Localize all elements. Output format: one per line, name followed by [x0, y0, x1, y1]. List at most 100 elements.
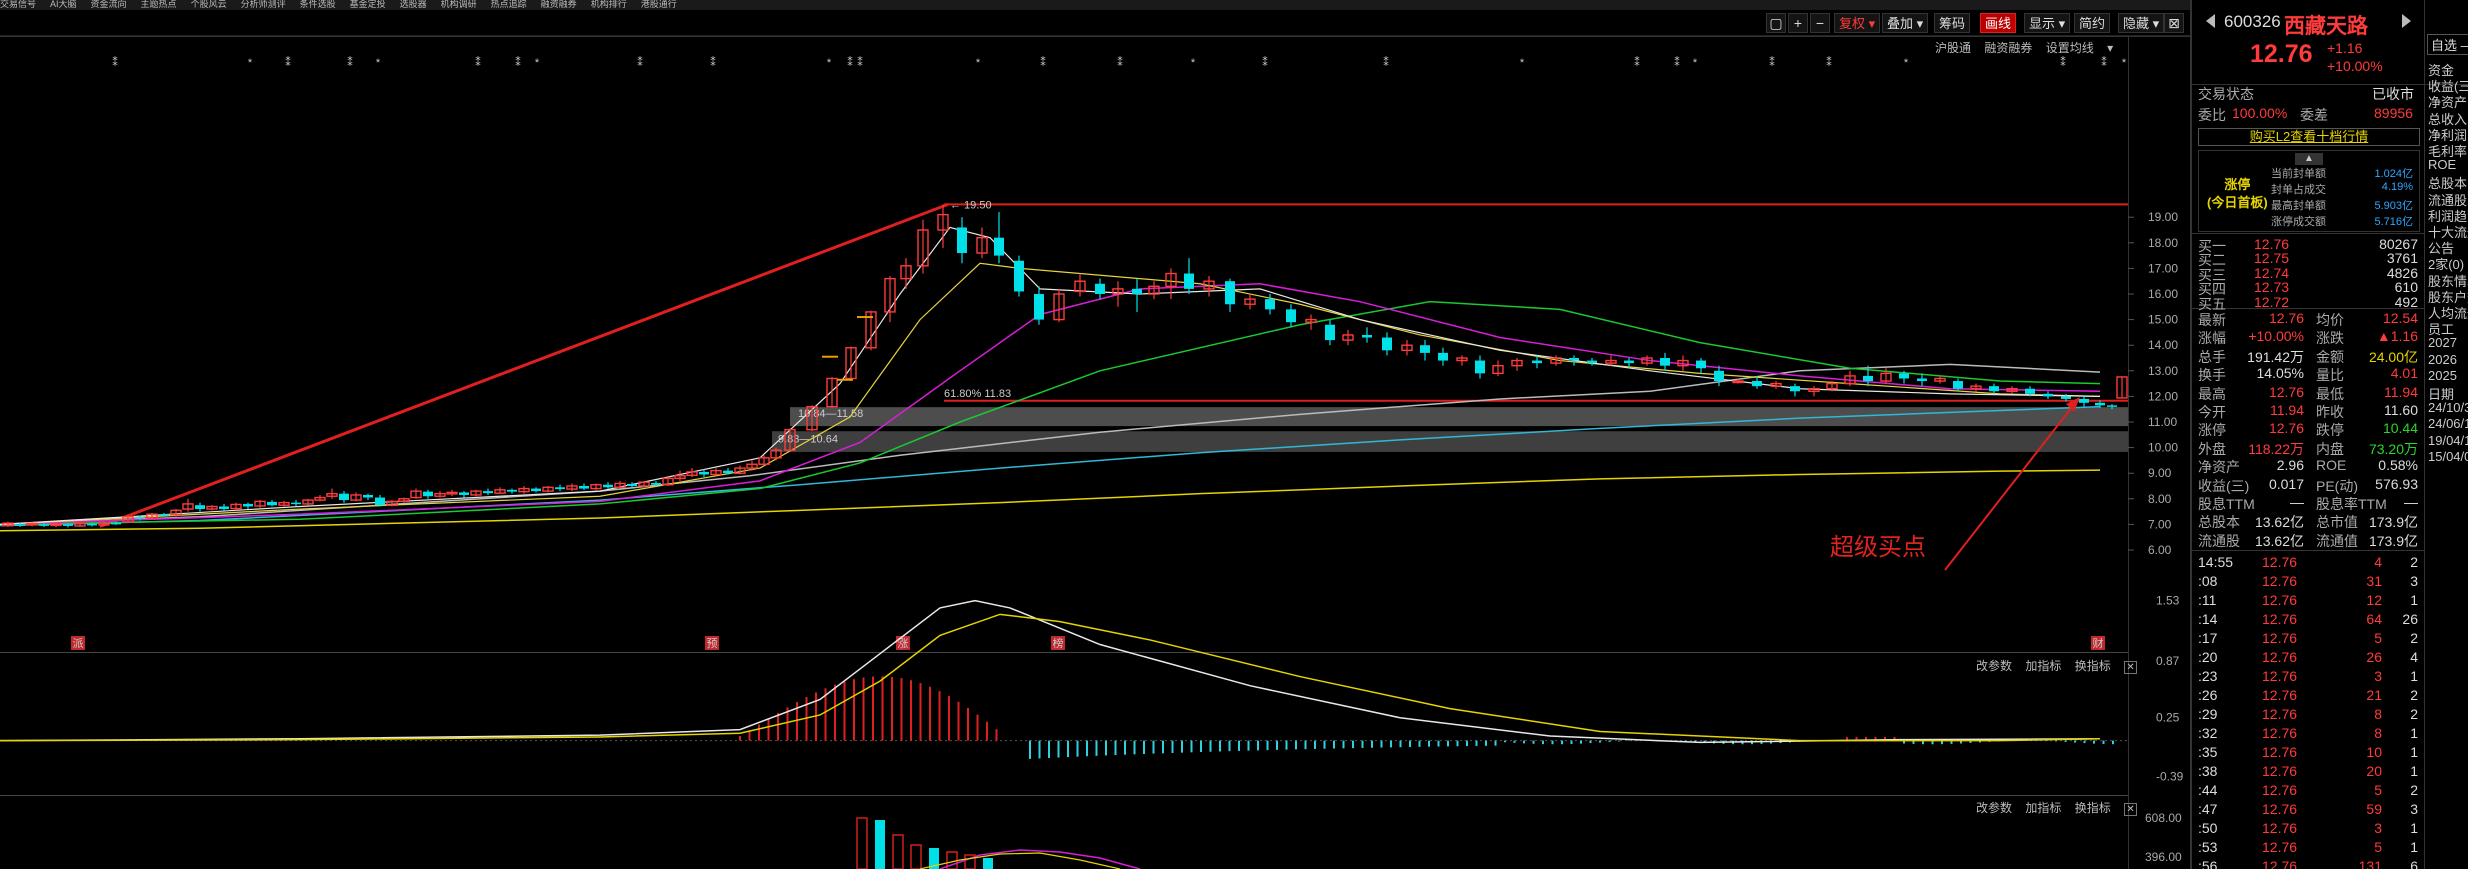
candle-body: [1917, 378, 1927, 382]
candle-body: [651, 482, 661, 485]
sub1-params-link[interactable]: 改参数: [1976, 659, 2012, 673]
candle-body: [1034, 294, 1044, 320]
candle-body: [1752, 381, 1762, 387]
candle-body: [555, 487, 565, 490]
candle-body: [507, 489, 517, 492]
candle-body: [291, 502, 301, 505]
sub1-switch-link[interactable]: 换指标: [2075, 659, 2111, 673]
candle-body: [63, 524, 73, 526]
vol-bar: [875, 820, 885, 869]
info-tag: ⁑: [847, 56, 853, 69]
kline-chart[interactable]: ⁑ * ⁑ ⁑ * ⁑ ⁑ * ⁑ ⁑ * ⁑ ⁑ * ⁑ ⁑ * ⁑ ⁑ * ⁑ ⁑ * ⁑ ⁑ * ⁑ ⁑ * 19.00 18.00 1…: [0, 0, 2190, 869]
candle-body: [1660, 358, 1670, 366]
candle-body: [1863, 375, 1873, 382]
info-tag: ⁑: [347, 56, 353, 69]
event-marker-label: 派: [73, 637, 84, 650]
watchlist-button[interactable]: 自选 —: [2427, 34, 2468, 55]
sub2-tick: 396.00: [2145, 850, 2182, 864]
stat-row: 收益(三) 0.017 PE(动) 576.93: [2198, 475, 2418, 494]
stat-row: 净资产 2.96 ROE 0.58%: [2198, 457, 2418, 476]
price-change: +1.16: [2327, 40, 2363, 56]
stock-terminal-window: 交易信号 AI大脑 资金流向 主题热点 个股风云 分析师测评 条件选股 基金定投 选股器 机构调研…: [0, 0, 2468, 869]
sub1-close-icon[interactable]: ✕: [2124, 661, 2138, 674]
info-tag: *: [535, 57, 540, 69]
info-tag: ⁑: [1383, 56, 1389, 69]
candle-body: [1587, 360, 1597, 364]
candle-body: [1899, 373, 1909, 379]
candle-body: [1953, 381, 1963, 389]
candle-body: [111, 522, 121, 525]
collapse-icon[interactable]: ▲: [2295, 153, 2323, 165]
candle-body: [1014, 260, 1024, 292]
info-tag: *: [2122, 57, 2127, 69]
price-tick: 8.00: [2148, 492, 2172, 506]
candle-body: [1382, 337, 1392, 351]
tick-row: :32 12.76 8 1: [2198, 725, 2418, 741]
tick-row: :20 12.76 26 4: [2198, 649, 2418, 665]
sub2-close-icon[interactable]: ✕: [2124, 803, 2138, 816]
price-tick: 19.00: [2148, 210, 2178, 224]
stat-row: 涨幅 +10.00% 涨跌 ▲1.16: [2198, 328, 2418, 347]
info-tag: *: [827, 57, 832, 69]
dif-line: [0, 599, 2101, 744]
candle-body: [2095, 402, 2105, 406]
stat-row: 今开 11.94 昨收 11.60: [2198, 402, 2418, 420]
tick-row: :53 12.76 5 1: [2198, 839, 2418, 855]
prev-stock-icon[interactable]: [2206, 14, 2215, 28]
candle-body: [243, 503, 253, 507]
side-item: 2027: [2428, 335, 2457, 351]
info-tag: ⁑: [710, 56, 716, 69]
info-tag: *: [1904, 57, 1909, 69]
sub2-add-link[interactable]: 加指标: [2025, 801, 2061, 815]
tick-row: :17 12.76 5 2: [2198, 630, 2418, 646]
tick-row: :29 12.76 8 2: [2198, 706, 2418, 722]
sub2-params-link[interactable]: 改参数: [1976, 801, 2012, 815]
info-tag: *: [376, 57, 381, 69]
candle-body: [723, 470, 733, 474]
candle-body: [1438, 352, 1448, 361]
price-tick: 11.00: [2148, 415, 2177, 429]
info-tag: ⁑: [1826, 56, 1832, 69]
price-tick: 15.00: [2148, 313, 2178, 327]
sub1-tick: 0.25: [2156, 711, 2180, 725]
sub2-switch-link[interactable]: 换指标: [2075, 801, 2111, 815]
bid-row: 买五 12.72 492: [2198, 293, 2418, 312]
price-tick: 14.00: [2148, 338, 2178, 352]
sub1-links: 改参数 加指标 换指标 ✕: [1976, 657, 2147, 674]
price-tick: 16.00: [2148, 287, 2178, 301]
candle-body: [423, 491, 433, 497]
candle-body: [87, 523, 97, 526]
price-tick: 13.00: [2148, 364, 2178, 378]
sub1-tick: -0.39: [2156, 769, 2184, 783]
tick-row: :56 12.76 131 6: [2198, 858, 2418, 869]
candle-body: [1132, 288, 1142, 294]
candle-body: [1420, 345, 1430, 353]
vol-bar: [892, 834, 904, 869]
candle-body: [2061, 396, 2071, 399]
candle-body: [603, 484, 613, 488]
candle-body: [1714, 370, 1724, 382]
buy-l2-button[interactable]: 购买L2查看十档行情: [2198, 128, 2420, 146]
info-tag: ⁑: [2060, 56, 2066, 69]
tick-row: :08 12.76 31 3: [2198, 573, 2418, 589]
candle-body: [1095, 283, 1105, 294]
candle-body: [2043, 393, 2053, 397]
candle-body: [15, 524, 25, 526]
info-tag: ⁑: [637, 56, 643, 69]
info-tag: *: [1693, 57, 1698, 69]
candle-body: [267, 501, 277, 506]
sub1-add-link[interactable]: 加指标: [2025, 659, 2061, 673]
info-tag: ⁑: [1040, 56, 1046, 69]
vol-bar: [910, 844, 922, 869]
candle-body: [1569, 358, 1579, 361]
stat-row: 外盘 118.22万 内盘 73.20万: [2198, 440, 2418, 457]
tick-row: :47 12.76 59 3: [2198, 801, 2418, 817]
last-price: 12.76: [2250, 40, 2313, 68]
price-tick: 10.00: [2148, 441, 2178, 455]
info-tag: *: [976, 57, 981, 69]
info-tag: *: [1191, 57, 1196, 69]
trend-line: [99, 202, 949, 528]
next-stock-icon[interactable]: [2402, 14, 2411, 28]
candle-body: [957, 227, 967, 254]
limit-up-tag: 涨停 (今日首板): [2207, 177, 2268, 210]
